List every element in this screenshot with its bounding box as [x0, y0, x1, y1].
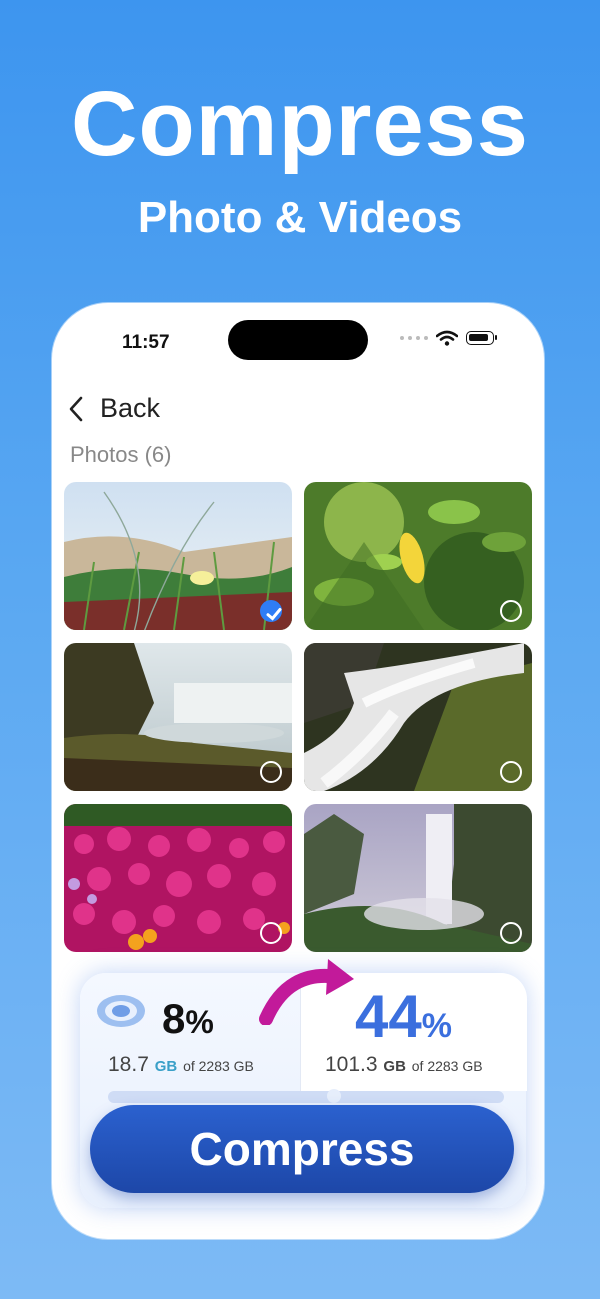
- curved-arrow-icon: [259, 959, 354, 1025]
- hero-title: Compress: [71, 73, 529, 175]
- photo-thumb-3[interactable]: [64, 643, 292, 791]
- checkbox-selected-icon[interactable]: [260, 600, 282, 622]
- back-label: Back: [100, 393, 161, 423]
- battery-icon: [466, 331, 497, 345]
- checkbox-icon[interactable]: [500, 761, 522, 783]
- storage-disk-icon: [97, 995, 145, 1027]
- status-icons: [400, 330, 497, 346]
- dynamic-island: [228, 320, 368, 360]
- checkbox-icon[interactable]: [500, 922, 522, 944]
- compression-slider[interactable]: [108, 1089, 504, 1103]
- checkbox-icon[interactable]: [500, 600, 522, 622]
- wifi-icon: [436, 330, 458, 346]
- after-percent: 44%: [355, 983, 452, 1050]
- status-time: 11:57: [122, 332, 170, 353]
- photo-thumb-5[interactable]: [64, 804, 292, 952]
- photo-image: [64, 643, 292, 791]
- photo-thumb-1[interactable]: [64, 482, 292, 630]
- phone-frame: 11:57 Back Photos (6) 8% 18.7 GB of 2283…: [52, 303, 544, 1239]
- back-button[interactable]: Back: [68, 393, 160, 424]
- compress-button[interactable]: Compress: [90, 1105, 514, 1193]
- photo-image: [304, 482, 532, 630]
- after-used: 101.3 GB of 2283 GB: [325, 1053, 483, 1076]
- before-percent: 8%: [162, 995, 214, 1042]
- photo-image: [64, 804, 292, 952]
- checkbox-icon[interactable]: [260, 922, 282, 944]
- photo-image: [304, 643, 532, 791]
- chevron-left-icon: [68, 394, 90, 424]
- photo-thumb-2[interactable]: [304, 482, 532, 630]
- before-used: 18.7 GB of 2283 GB: [108, 1053, 254, 1076]
- photo-image: [304, 804, 532, 952]
- hero-subtitle: Photo & Videos: [137, 193, 463, 242]
- photo-thumb-6[interactable]: [304, 804, 532, 952]
- photo-image: [64, 482, 292, 630]
- storage-card: 8% 18.7 GB of 2283 GB 44% 101.3 GB of 22…: [80, 959, 527, 1208]
- photo-thumb-4[interactable]: [304, 643, 532, 791]
- checkbox-icon[interactable]: [260, 761, 282, 783]
- slider-knob[interactable]: [326, 1089, 341, 1103]
- signal-dots-icon: [400, 336, 428, 340]
- section-label: Photos (6): [70, 442, 172, 467]
